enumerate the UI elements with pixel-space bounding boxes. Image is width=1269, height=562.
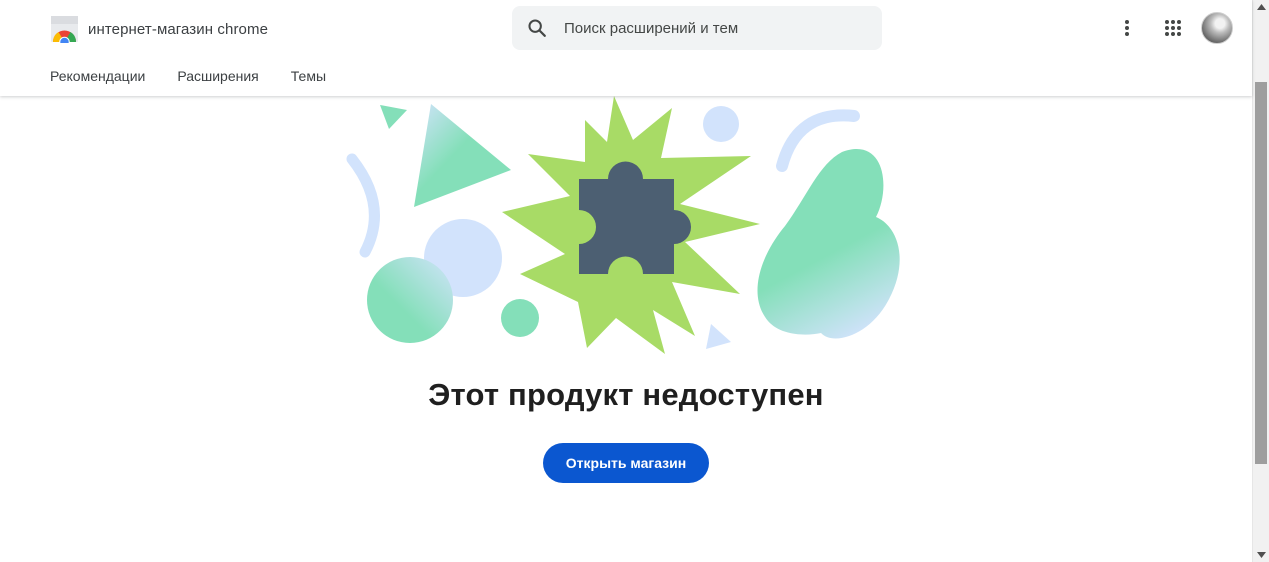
search-icon[interactable] — [526, 17, 548, 39]
open-store-button[interactable]: Открыть магазин — [543, 443, 709, 483]
search-input[interactable] — [564, 6, 864, 50]
small-mint-circle-shape — [501, 299, 539, 337]
gradient-circle-shape — [367, 257, 453, 343]
more-vert-icon[interactable] — [1109, 10, 1145, 46]
left-arc-shape — [346, 153, 380, 258]
brand-title: интернет-магазин chrome — [88, 20, 269, 38]
nav-item-themes[interactable]: Темы — [291, 68, 326, 84]
puzzle-starburst-illustration — [346, 96, 900, 354]
category-nav: Рекомендации Расширения Темы — [50, 68, 358, 84]
scroll-up-icon[interactable] — [1256, 2, 1267, 12]
small-triangle-shape — [380, 105, 407, 129]
large-triangle-shape — [414, 104, 511, 207]
scroll-down-icon[interactable] — [1256, 550, 1267, 560]
small-blue-triangle-shape — [706, 324, 731, 349]
gradient-blob-shape — [757, 149, 900, 339]
nav-item-extensions[interactable]: Расширения — [177, 68, 258, 84]
brand[interactable]: интернет-магазин chrome — [50, 15, 268, 43]
header-actions — [1109, 10, 1233, 46]
nav-item-recommendations[interactable]: Рекомендации — [50, 68, 145, 84]
account-avatar[interactable] — [1201, 12, 1233, 44]
apps-grid-icon[interactable] — [1155, 10, 1191, 46]
page-title: Этот продукт недоступен — [428, 377, 824, 412]
search-box[interactable] — [512, 6, 882, 50]
chrome-web-store-logo — [51, 16, 78, 43]
small-blue-circle-shape — [703, 106, 739, 142]
vertical-scrollbar[interactable] — [1252, 0, 1269, 562]
scrollbar-thumb[interactable] — [1255, 82, 1267, 464]
header: интернет-магазин chrome Рекомендации — [0, 0, 1252, 96]
